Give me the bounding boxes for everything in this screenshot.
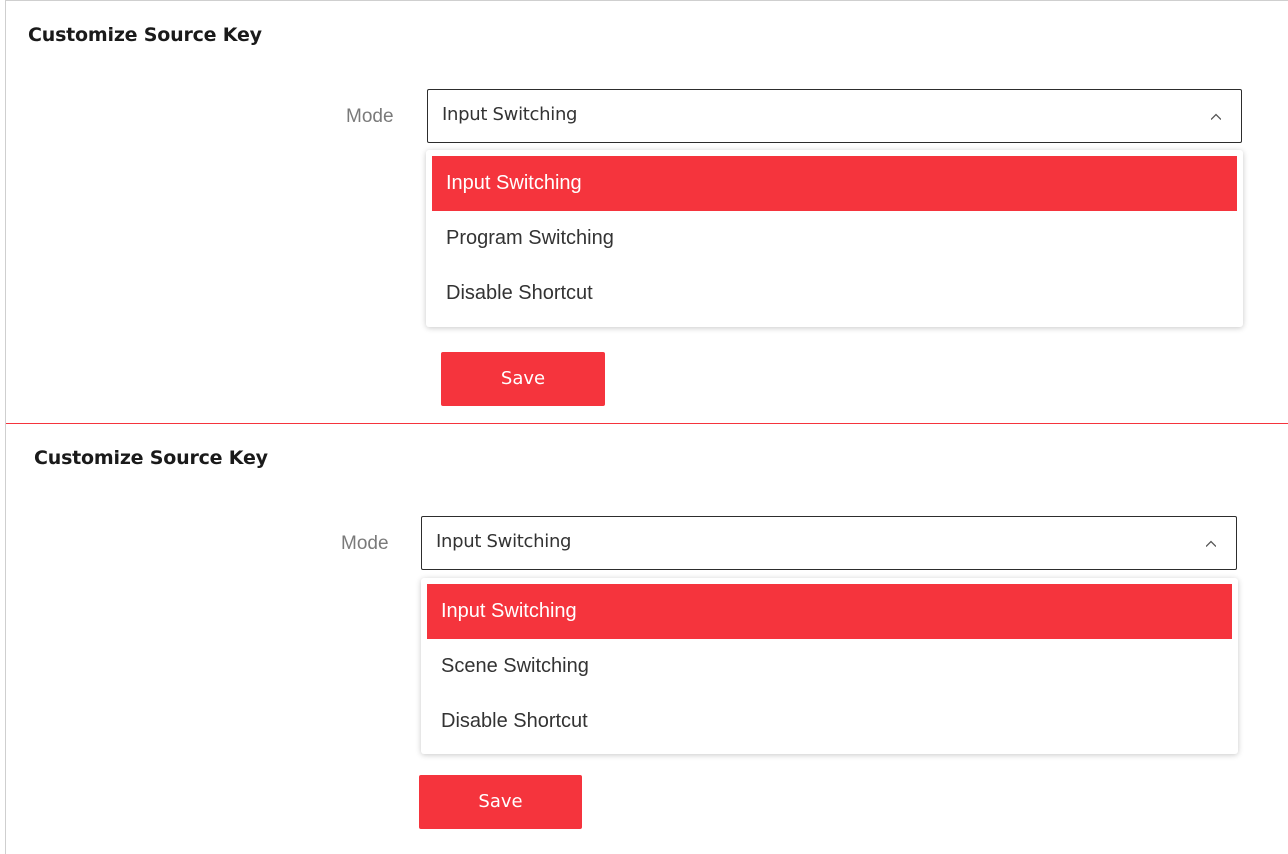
option-label: Program Switching	[446, 227, 614, 249]
dropdown-option-scene-switching[interactable]: Scene Switching	[427, 639, 1232, 694]
dropdown-option-disable-shortcut[interactable]: Disable Shortcut	[427, 694, 1232, 749]
option-label: Disable Shortcut	[446, 282, 593, 304]
option-label: Input Switching	[446, 172, 582, 194]
option-label: Disable Shortcut	[441, 710, 588, 732]
source-key-panel-2: Customize Source Key Mode Input Switchin…	[6, 424, 1288, 854]
mode-select[interactable]: Input Switching	[427, 89, 1242, 143]
mode-label: Mode	[341, 533, 389, 554]
dropdown-option-input-switching[interactable]: Input Switching	[427, 584, 1232, 639]
mode-dropdown-menu: Input Switching Program Switching Disabl…	[426, 150, 1243, 327]
dropdown-option-program-switching[interactable]: Program Switching	[432, 211, 1237, 266]
option-label: Input Switching	[441, 600, 577, 622]
mode-select-value: Input Switching	[436, 531, 572, 552]
chevron-up-icon[interactable]	[1206, 539, 1216, 549]
panel-title: Customize Source Key	[34, 447, 268, 469]
mode-label: Mode	[346, 106, 394, 127]
mode-dropdown-menu: Input Switching Scene Switching Disable …	[421, 578, 1238, 754]
dropdown-option-input-switching[interactable]: Input Switching	[432, 156, 1237, 211]
save-button[interactable]: Save	[441, 352, 605, 406]
mode-select-value: Input Switching	[442, 104, 578, 125]
mode-select[interactable]: Input Switching	[421, 516, 1237, 570]
save-button[interactable]: Save	[419, 775, 582, 829]
panel-title: Customize Source Key	[28, 24, 262, 46]
source-key-panel-1: Customize Source Key Mode Input Switchin…	[6, 0, 1288, 423]
option-label: Scene Switching	[441, 655, 589, 677]
chevron-up-icon[interactable]	[1211, 112, 1221, 122]
dropdown-option-disable-shortcut[interactable]: Disable Shortcut	[432, 266, 1237, 321]
